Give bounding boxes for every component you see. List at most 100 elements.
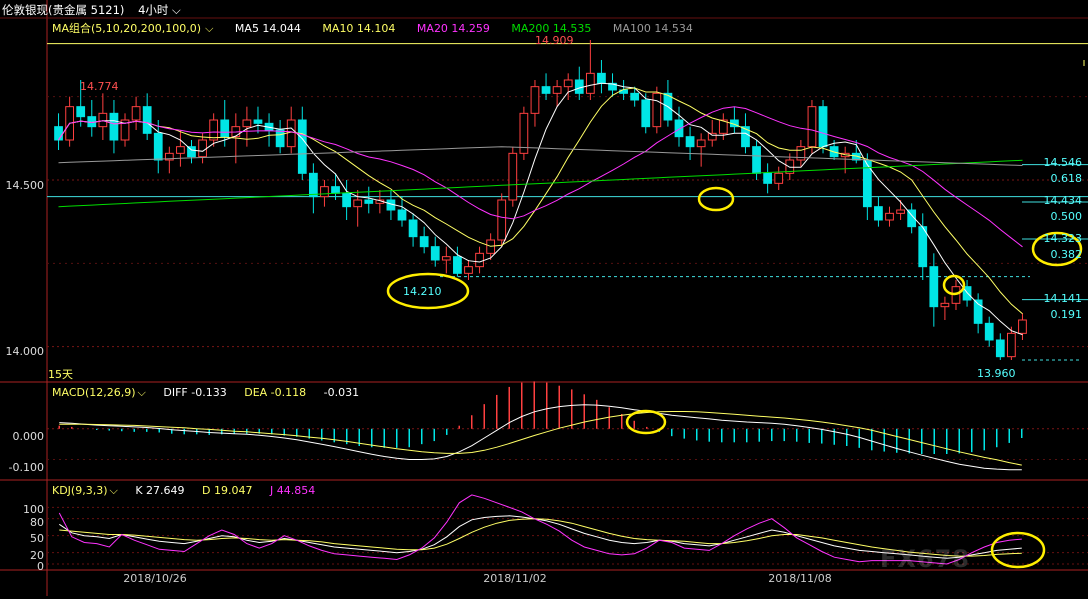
candle-up bbox=[707, 132, 717, 141]
dip-highlight-circle bbox=[697, 186, 735, 212]
fib-price-0382: 14.323 bbox=[1043, 232, 1083, 245]
candle-up bbox=[652, 92, 662, 128]
left-high-label: 14.774 bbox=[80, 80, 119, 93]
fib-ratio-0191: 0.191 bbox=[1050, 308, 1083, 321]
kdj-d-value: D 19.047 bbox=[202, 484, 253, 497]
candle-up bbox=[940, 302, 950, 308]
candle-down bbox=[430, 246, 440, 261]
candle-down bbox=[153, 132, 163, 161]
candle-down bbox=[984, 322, 994, 341]
candle-down bbox=[275, 129, 285, 148]
x-tick-1108: 2018/11/08 bbox=[768, 572, 832, 585]
macd-hist-value: -0.031 bbox=[323, 386, 360, 399]
candle-down bbox=[630, 92, 640, 101]
period-selector[interactable]: 4小时 bbox=[138, 3, 168, 17]
fib-ratio-0618: 0.618 bbox=[1050, 172, 1083, 185]
candle-up bbox=[696, 139, 706, 148]
candle-down bbox=[308, 172, 318, 198]
kdj-j-value: J 44.854 bbox=[270, 484, 316, 497]
candle-up bbox=[508, 152, 518, 201]
ma10-line bbox=[58, 87, 1023, 315]
kdj-label[interactable]: KDJ(9,3,3) bbox=[52, 484, 108, 497]
symbol-name: 伦敦银现(贵金属 5121) bbox=[2, 3, 125, 17]
candle-up bbox=[552, 86, 562, 94]
candle-up bbox=[563, 79, 573, 88]
candle-down bbox=[685, 136, 695, 148]
candle-up bbox=[441, 256, 451, 261]
candle-up bbox=[131, 106, 141, 121]
macd-legend: MACD(12,26,9) ⌵ DIFF -0.133 DEA -0.118 -0… bbox=[52, 386, 373, 400]
watermark: FX678 bbox=[880, 545, 970, 573]
candle-down bbox=[541, 86, 551, 94]
candle-up bbox=[807, 106, 817, 148]
candle-up bbox=[530, 86, 540, 114]
macd-tick-neg01: -0.100 bbox=[8, 461, 44, 474]
candle-down bbox=[918, 226, 928, 268]
candle-down bbox=[574, 79, 584, 94]
macd-diff-value: DIFF -0.133 bbox=[163, 386, 227, 399]
low-mark-label: 14.210 bbox=[403, 285, 442, 298]
candle-down bbox=[109, 112, 119, 141]
ma5-value: MA5 14.044 bbox=[234, 22, 301, 35]
candle-up bbox=[176, 146, 185, 154]
macd-dea-value: DEA -0.118 bbox=[244, 386, 307, 399]
candle-down bbox=[220, 119, 230, 138]
candle-up bbox=[475, 252, 484, 268]
kdj-tick-100: 100 bbox=[23, 503, 44, 516]
ma-legend: MA组合(5,10,20,200,100,0) ⌵ MA5 14.044 MA10… bbox=[52, 20, 711, 36]
candle-up bbox=[209, 119, 219, 141]
kdj-tick-80: 80 bbox=[30, 516, 44, 529]
chart-title: 伦敦银现(贵金属 5121) 4小时 ⌵ bbox=[2, 2, 181, 18]
macd-dea-line bbox=[59, 411, 1022, 466]
fib-price-0618: 14.546 bbox=[1043, 156, 1083, 169]
kdj-tick-50: 50 bbox=[30, 532, 44, 545]
x-tick-1026: 2018/10/26 bbox=[123, 572, 187, 585]
candle-up bbox=[1007, 332, 1016, 358]
final-low-label: 13.960 bbox=[977, 367, 1016, 380]
x-tick-1102: 2018/11/02 bbox=[483, 572, 547, 585]
macd-dropdown-icon[interactable]: ⌵ bbox=[138, 386, 146, 399]
candle-down bbox=[142, 106, 152, 134]
period-dropdown-icon[interactable]: ⌵ bbox=[172, 3, 181, 17]
candle-up bbox=[497, 199, 507, 241]
macd-label[interactable]: MACD(12,26,9) bbox=[52, 386, 136, 399]
candle-down bbox=[331, 186, 340, 194]
candle-down bbox=[597, 72, 606, 84]
ma20-value: MA20 14.259 bbox=[416, 22, 490, 35]
candle-up bbox=[198, 139, 207, 158]
candle-up bbox=[1018, 319, 1027, 334]
ma-combo-label[interactable]: MA组合(5,10,20,200,100,0) bbox=[52, 22, 201, 35]
price-tick-14500: 14.500 bbox=[5, 179, 45, 192]
candle-up bbox=[774, 172, 784, 184]
range-label: 15天 bbox=[48, 368, 73, 381]
candle-down bbox=[408, 219, 418, 238]
ma100-value: MA100 14.534 bbox=[612, 22, 693, 35]
candle-up bbox=[353, 199, 363, 208]
high-label: 14.909 bbox=[535, 34, 574, 47]
candle-down bbox=[253, 119, 263, 124]
candle-up bbox=[885, 212, 894, 221]
candle-up bbox=[464, 266, 473, 274]
ma20-line bbox=[58, 106, 1023, 248]
chart-svg bbox=[0, 0, 1088, 596]
candle-up bbox=[242, 119, 252, 128]
kdj-k-line bbox=[59, 515, 1022, 559]
candle-down bbox=[995, 339, 1005, 358]
candle-down bbox=[397, 209, 407, 221]
ma200-line bbox=[58, 159, 1023, 208]
fib-price-0191: 14.141 bbox=[1043, 292, 1083, 305]
candle-down bbox=[641, 99, 651, 128]
candle-down bbox=[674, 119, 684, 138]
candle-down bbox=[364, 199, 374, 204]
kdj-k-value: K 27.649 bbox=[135, 484, 185, 497]
candle-down bbox=[453, 256, 462, 274]
candle-down bbox=[929, 266, 939, 308]
kdj-legend: KDJ(9,3,3) ⌵ K 27.649 D 19.047 J 44.854 bbox=[52, 484, 329, 498]
candle-up bbox=[585, 72, 595, 94]
candle-down bbox=[752, 146, 761, 174]
ma-dropdown-icon[interactable]: ⌵ bbox=[205, 22, 213, 35]
ma10-value: MA10 14.104 bbox=[322, 22, 396, 35]
kdj-dropdown-icon[interactable]: ⌵ bbox=[110, 484, 118, 497]
kdj-d-line bbox=[59, 518, 1022, 557]
candle-down bbox=[763, 172, 773, 184]
